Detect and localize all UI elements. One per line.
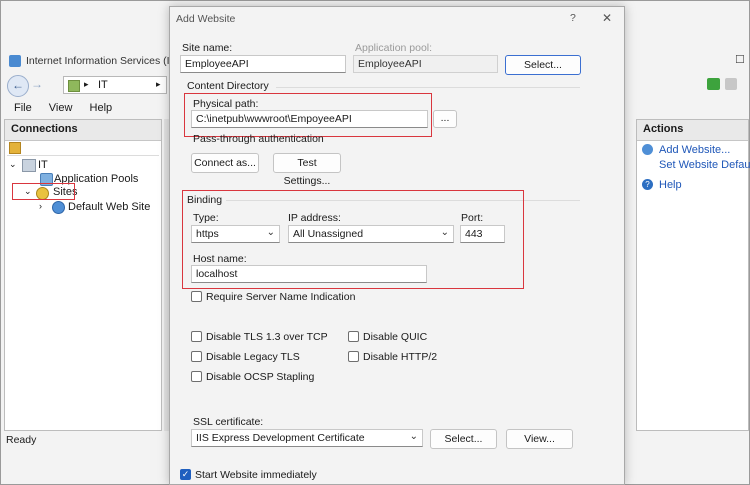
connections-toolbar <box>7 141 159 156</box>
breadcrumb-arrow-icon: ▸ <box>156 79 161 89</box>
start-website-label: Start Website immediately <box>195 469 317 481</box>
tree-root-it[interactable]: IT <box>38 159 48 171</box>
address-field[interactable]: ▸ IT ▸ <box>63 76 167 94</box>
help-icon: ? <box>642 179 653 190</box>
connections-header: Connections <box>5 120 161 141</box>
sites-highlight-annotation <box>12 183 75 200</box>
app-pool-select-button[interactable]: Select... <box>505 55 581 75</box>
content-directory-label: Content Directory <box>187 80 269 92</box>
http2-checkbox[interactable] <box>348 351 359 362</box>
app-pool-label: Application pool: <box>355 42 433 54</box>
refresh-icon[interactable] <box>707 78 720 90</box>
forward-arrow-icon[interactable]: → <box>31 77 43 91</box>
browse-button[interactable]: ... <box>433 110 457 128</box>
site-name-input[interactable]: EmployeeAPI <box>180 55 346 73</box>
sni-label: Require Server Name Indication <box>206 291 356 303</box>
set-website-defaults-link[interactable]: Set Website Defaults... <box>659 159 750 171</box>
tls13-label: Disable TLS 1.3 over TCP <box>206 331 328 343</box>
test-settings-button[interactable]: Test Settings... <box>273 153 341 187</box>
connect-icon[interactable] <box>9 142 21 154</box>
quic-label: Disable QUIC <box>363 331 428 343</box>
status-bar-text: Ready <box>6 434 37 446</box>
http2-label: Disable HTTP/2 <box>363 351 438 363</box>
content-directory-divider <box>276 87 580 88</box>
sni-checkbox[interactable] <box>191 291 202 302</box>
stop-icon[interactable] <box>725 78 737 90</box>
menu-help[interactable]: Help <box>90 102 113 114</box>
quic-checkbox[interactable] <box>348 331 359 342</box>
server-icon <box>68 80 80 92</box>
collapse-arrow-icon[interactable]: ⌄ <box>9 159 17 170</box>
add-website-icon <box>642 144 653 155</box>
start-website-checkbox[interactable]: ✓ <box>180 469 191 480</box>
maximize-icon[interactable]: ☐ <box>735 53 745 66</box>
ssl-certificate-select[interactable]: IIS Express Development Certificate ⌄ <box>191 429 423 447</box>
address-text: IT <box>98 79 108 91</box>
legacy-tls-label: Disable Legacy TLS <box>206 351 300 363</box>
expand-arrow-icon[interactable]: › <box>39 201 42 211</box>
menu-view[interactable]: View <box>49 102 73 114</box>
add-website-link[interactable]: Add Website... <box>659 144 730 156</box>
server-node-icon <box>22 159 36 172</box>
ssl-certificate-value: IIS Express Development Certificate <box>196 432 365 444</box>
add-website-dialog: Add Website ? ✕ Site name: EmployeeAPI A… <box>169 6 625 485</box>
legacy-tls-checkbox[interactable] <box>191 351 202 362</box>
actions-panel: Actions Add Website... Set Website Defau… <box>636 119 750 431</box>
back-arrow-icon[interactable]: ← <box>7 75 29 97</box>
ssl-select-button[interactable]: Select... <box>430 429 497 449</box>
dialog-close-icon[interactable]: ✕ <box>602 11 612 25</box>
physical-path-annotation <box>184 93 432 137</box>
site-name-label: Site name: <box>182 42 233 54</box>
passthrough-auth-label: Pass-through authentication <box>193 133 324 145</box>
ocsp-checkbox[interactable] <box>191 371 202 382</box>
ssl-view-button[interactable]: View... <box>506 429 573 449</box>
app-pool-field: EmployeeAPI <box>353 55 498 73</box>
binding-annotation <box>182 190 524 289</box>
globe-icon <box>52 201 65 214</box>
actions-header: Actions <box>637 120 748 141</box>
ssl-certificate-label: SSL certificate: <box>193 416 264 428</box>
iis-app-icon <box>9 55 21 67</box>
tls13-checkbox[interactable] <box>191 331 202 342</box>
connect-as-button[interactable]: Connect as... <box>191 153 259 173</box>
ocsp-label: Disable OCSP Stapling <box>206 371 315 383</box>
tree-default-web-site[interactable]: Default Web Site <box>68 201 150 213</box>
menu-file[interactable]: File <box>14 102 32 114</box>
help-link[interactable]: Help <box>659 179 682 191</box>
chevron-down-icon: ⌄ <box>409 431 418 442</box>
dialog-help-icon[interactable]: ? <box>570 12 576 24</box>
menu-bar: File View Help <box>14 102 126 114</box>
connections-panel: Connections ⌄ IT Application Pools ⌄ Sit… <box>4 119 162 431</box>
breadcrumb-arrow-icon: ▸ <box>84 79 89 89</box>
dialog-title: Add Website <box>176 13 236 25</box>
